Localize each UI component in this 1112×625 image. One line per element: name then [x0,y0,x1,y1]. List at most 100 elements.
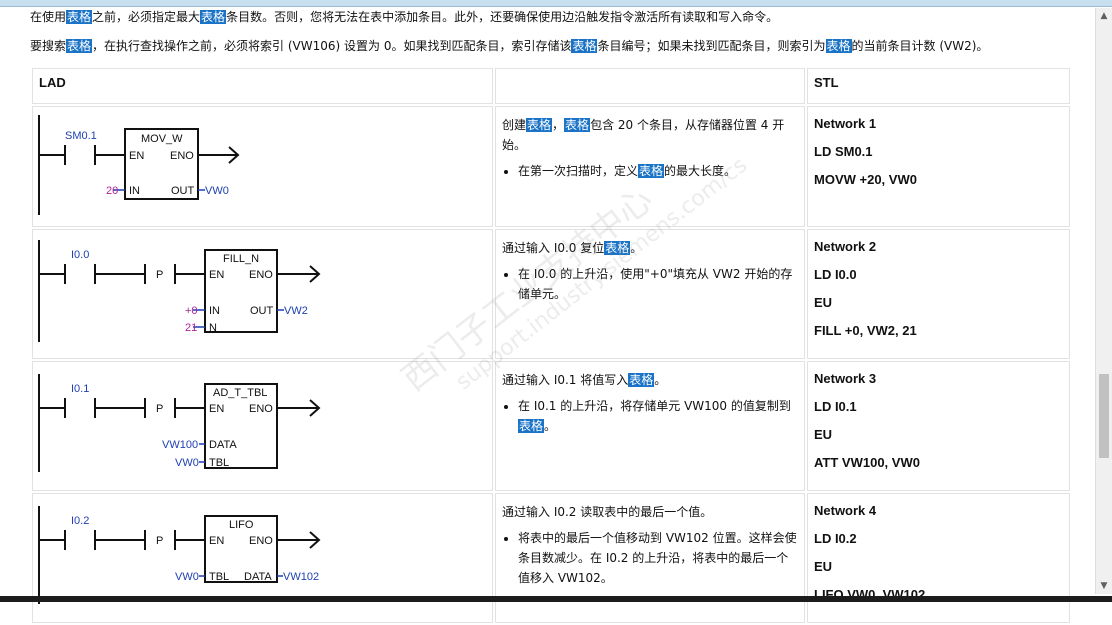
text-label: EN [209,269,224,281]
lad-diagram-2: I0.0 P FILL_N EN ENO IN OUT N +0 21 VW2 [32,229,493,359]
search-highlight: 表格 [825,39,852,53]
ladder-network-4: I0.2 P LIFO EN ENO TBL DATA VW0 VW102 [38,506,321,604]
text-label: 表格 [604,241,631,255]
text-label: 要搜索 [30,39,67,53]
text-label: TBL [209,457,229,469]
constant-value: 20 [106,185,118,197]
stl-code-2: Network 2 LD I0.0 EU FILL +0, VW2, 21 [807,229,1070,359]
text-label: EU [814,427,833,442]
description-3: 通过输入 I0.1 将值写入表格。 在 I0.1 的上升沿，将存储单元 VW10… [495,361,805,491]
operand-value: VW0 [175,457,199,469]
contact-label: I0.1 [71,383,89,395]
text-label: 。 [630,241,643,255]
text-label: 通过输入 I0.0 复位 [502,241,605,255]
lad-diagram-1: SM0.1 MOV_W EN ENO IN OUT 20 VW0 [32,106,493,227]
text-label: LD I0.1 [814,399,857,414]
stl-header: STL [807,68,1070,104]
text-label: 表格 [638,164,665,178]
intro-paragraph: 在使用表格之前，必须指定最大表格条目数。否则，您将无法在表中添加条目。此外，还要… [30,8,778,26]
text-label: 表格 [526,118,553,132]
table-row: I0.2 P LIFO EN ENO TBL DATA VW0 VW102 通过… [32,493,1070,623]
vertical-scrollbar[interactable]: ▲ ▼ [1095,8,1112,594]
text-label: 在第一次扫描时，定义 [518,164,639,178]
table-row: SM0.1 MOV_W EN ENO IN OUT 20 VW0 创建表格，表格… [32,106,1070,227]
contact-label: I0.2 [71,515,89,527]
contact-label: SM0.1 [65,130,97,142]
text-label: EN [129,150,144,162]
search-highlight: 表格 [66,10,93,24]
text-label: EU [814,559,833,574]
text-label: FILL +0, VW2, 21 [814,323,917,338]
text-label: LD I0.0 [814,267,857,282]
text-label: 通过输入 I0.2 读取表中的最后一个值。 [502,505,713,519]
stl-code-1: Network 1 LD SM0.1 MOVW +20, VW0 [807,106,1070,227]
box-title: AD_T_TBL [213,387,267,399]
text-label: EN [209,535,224,547]
text-label: OUT [250,305,274,317]
operand-value: VW2 [284,305,308,317]
scroll-down-arrow-icon[interactable]: ▼ [1096,578,1112,594]
blank-header [495,68,805,104]
stl-code-3: Network 3 LD I0.1 EU ATT VW100, VW0 [807,361,1070,491]
description-1: 创建表格，表格包含 20 个条目，从存储器位置 4 开始。 在第一次扫描时，定义… [495,106,805,227]
text-label: 表格 [628,373,655,387]
text-label: ENO [170,150,194,162]
text-label: ，在执行查找操作之前，必须将索引 (VW106) 设置为 0。如果找到匹配条目，… [92,39,572,53]
text-label: Network 3 [814,371,877,386]
scroll-thumb[interactable] [1099,374,1109,458]
text-label: 表格 [518,419,545,433]
ladder-network-2: I0.0 P FILL_N EN ENO IN OUT N +0 21 VW2 [38,240,321,342]
text-label: 的当前条目计数 (VW2)。 [851,39,989,53]
text-label: ENO [249,403,273,415]
text-label: TBL [209,571,229,583]
text-label: OUT [171,185,195,197]
box-title: MOV_W [141,133,183,145]
text-label: Network 4 [814,503,877,518]
text-label: LD I0.2 [814,531,857,546]
text-label: N [209,322,217,334]
search-paragraph: 要搜索表格，在执行查找操作之前，必须将索引 (VW106) 设置为 0。如果找到… [30,37,988,55]
edge-label: P [156,269,163,281]
stl-code-4: Network 4 LD I0.2 EU LIFO VW0, VW102 [807,493,1070,623]
lad-diagram-3: I0.1 P AD_T_TBL EN ENO DATA TBL VW100 VW… [32,361,493,491]
text-label: 条目数。否则，您将无法在表中添加条目。此外，还要确保使用边沿触发指令激活所有读取… [226,10,779,24]
description-4: 通过输入 I0.2 读取表中的最后一个值。 将表中的最后一个值移动到 VW102… [495,493,805,623]
search-highlight: 表格 [66,39,93,53]
text-label: MOVW +20, VW0 [814,172,917,187]
edge-label: P [156,403,163,415]
edge-label: P [156,535,163,547]
constant-value: +0 [185,305,198,317]
text-label: DATA [209,439,237,451]
text-label: LD SM0.1 [814,144,873,159]
text-label: 之前，必须指定最大 [92,10,201,24]
text-label: EN [209,403,224,415]
text-label: ENO [249,535,273,547]
text-label: 在 I0.1 的上升沿，将存储单元 VW100 的值复制到 [518,399,791,413]
operand-value: VW0 [175,571,199,583]
operand-value: VW0 [205,185,229,197]
text-label: ENO [249,269,273,281]
box-title: FILL_N [223,253,259,265]
search-highlight: 表格 [200,10,227,24]
text-label: 在 I0.0 的上升沿，使用"+0"填充从 VW2 开始的存储单元。 [518,267,793,301]
search-highlight: 表格 [571,39,598,53]
text-label: 的最大长度。 [664,164,737,178]
text-label: 表格 [564,118,591,132]
table-row: I0.0 P FILL_N EN ENO IN OUT N +0 21 VW2 … [32,229,1070,359]
text-label: DATA [244,571,272,583]
text-label: 。 [544,419,557,433]
lad-header: LAD [32,68,493,104]
text-label: ， [552,118,565,132]
text-label: 在使用 [30,10,67,24]
description-2: 通过输入 I0.0 复位表格。 在 I0.0 的上升沿，使用"+0"填充从 VW… [495,229,805,359]
window-top-border [0,0,1112,7]
text-label: Network 2 [814,239,877,254]
scroll-up-arrow-icon[interactable]: ▲ [1096,8,1112,24]
text-label: 条目编号；如果未找到匹配条目，则索引为 [597,39,826,53]
text-label: 。 [654,373,667,387]
text-label: EU [814,295,833,310]
table-row: I0.1 P AD_T_TBL EN ENO DATA TBL VW100 VW… [32,361,1070,491]
text-label: Network 1 [814,116,877,131]
contact-label: I0.0 [71,249,89,261]
text-label: 将表中的最后一个值移动到 VW102 位置。这样会使条目数减少。在 I0.2 的… [518,531,797,585]
